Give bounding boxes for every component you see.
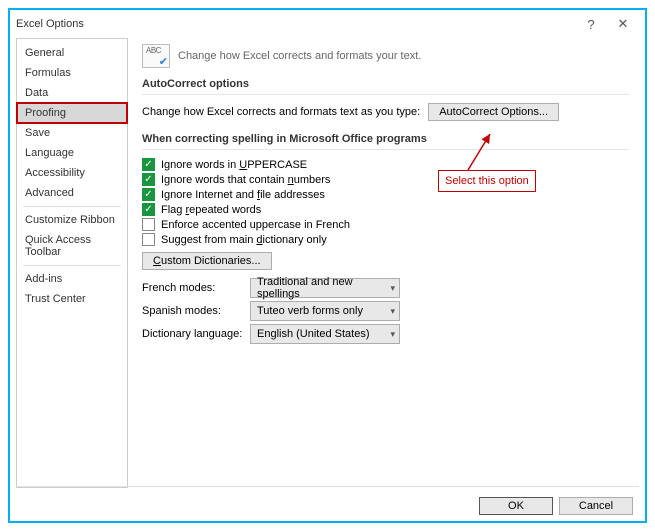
sidebar-item-proofing[interactable]: Proofing [17,103,127,123]
excel-options-dialog: Excel Options ? ✕ General Formulas Data … [8,8,647,523]
checkbox-icon: ✓ [142,173,155,186]
btn-rest: ustom Dictionaries... [161,255,261,267]
spanish-modes-label: Spanish modes: [142,305,250,317]
hero: Change how Excel corrects and formats yo… [142,44,629,68]
dropdown-value: Traditional and new spellings [257,276,390,300]
footer-divider [16,486,639,487]
sidebar-item-formulas[interactable]: Formulas [17,63,127,83]
ok-button[interactable]: OK [479,497,553,515]
hero-text: Change how Excel corrects and formats yo… [178,50,421,62]
checkbox-icon: ✓ [142,203,155,216]
dropdown-value: Tuteo verb forms only [257,305,363,317]
annotation-callout: Select this option [438,170,536,192]
autocorrect-options-button[interactable]: AutoCorrect Options... [428,103,559,121]
checkbox-icon [142,233,155,246]
check-ignore-internet[interactable]: ✓ Ignore Internet and file addresses [142,188,629,201]
dropdown-value: English (United States) [257,328,370,340]
check-label: Ignore Internet and file addresses [161,189,325,201]
check-label: Enforce accented uppercase in French [161,219,350,231]
check-ignore-numbers[interactable]: ✓ Ignore words that contain numbers [142,173,629,186]
autocorrect-prompt: Change how Excel corrects and formats te… [142,106,420,118]
check-flag-repeated[interactable]: ✓ Flag repeated words [142,203,629,216]
cancel-button[interactable]: Cancel [559,497,633,515]
spelling-heading: When correcting spelling in Microsoft Of… [142,133,629,145]
sidebar-item-save[interactable]: Save [17,123,127,143]
main-panel: Change how Excel corrects and formats yo… [128,38,645,488]
spanish-modes-dropdown[interactable]: Tuteo verb forms only ▾ [250,301,400,321]
check-label: Ignore words that contain numbers [161,174,330,186]
close-button[interactable]: ✕ [607,16,639,32]
chevron-down-icon: ▾ [390,306,395,317]
french-modes-label: French modes: [142,282,250,294]
sidebar-item-general[interactable]: General [17,43,127,63]
check-label: Ignore words in UPPERCASE [161,159,307,171]
sidebar-item-data[interactable]: Data [17,83,127,103]
dictionary-language-label: Dictionary language: [142,328,250,340]
dictionary-language-dropdown[interactable]: English (United States) ▾ [250,324,400,344]
sidebar-item-trust-center[interactable]: Trust Center [17,289,127,309]
checkbox-icon: ✓ [142,158,155,171]
sidebar-separator [23,206,121,207]
autocorrect-heading: AutoCorrect options [142,78,629,90]
sidebar-item-add-ins[interactable]: Add-ins [17,269,127,289]
help-button[interactable]: ? [575,17,607,32]
sidebar-item-advanced[interactable]: Advanced [17,183,127,203]
sidebar-item-accessibility[interactable]: Accessibility [17,163,127,183]
check-label: Suggest from main dictionary only [161,234,327,246]
sidebar-separator [23,265,121,266]
checkbox-icon [142,218,155,231]
sidebar-item-customize-ribbon[interactable]: Customize Ribbon [17,210,127,230]
chevron-down-icon: ▾ [390,283,395,294]
dialog-footer: OK Cancel [479,497,633,515]
check-label: Flag repeated words [161,204,261,216]
checkbox-icon: ✓ [142,188,155,201]
annotation-text: Select this option [445,175,529,187]
chevron-down-icon: ▾ [390,329,395,340]
check-main-dictionary-only[interactable]: Suggest from main dictionary only [142,233,629,246]
divider [142,149,629,150]
window-title: Excel Options [16,18,575,30]
abc-check-icon [142,44,170,68]
category-sidebar: General Formulas Data Proofing Save Lang… [16,38,128,488]
check-ignore-uppercase[interactable]: ✓ Ignore words in UPPERCASE [142,158,629,171]
sidebar-item-language[interactable]: Language [17,143,127,163]
sidebar-item-quick-access-toolbar[interactable]: Quick Access Toolbar [17,230,127,262]
title-bar: Excel Options ? ✕ [10,10,645,38]
custom-dictionaries-button[interactable]: Custom Dictionaries... [142,252,272,270]
french-modes-dropdown[interactable]: Traditional and new spellings ▾ [250,278,400,298]
check-accented-french[interactable]: Enforce accented uppercase in French [142,218,629,231]
divider [142,94,629,95]
